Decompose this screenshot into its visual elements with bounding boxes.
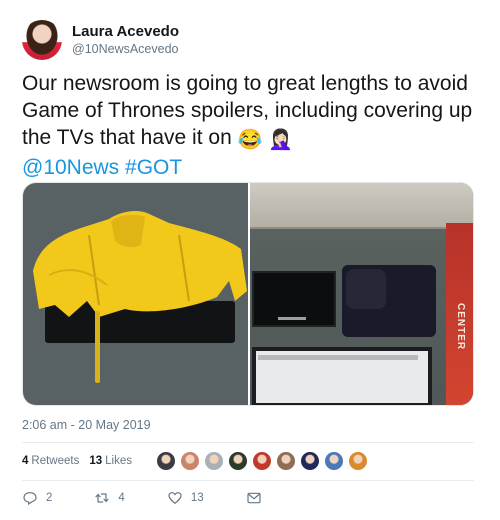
tweet-header: Laura Acevedo @10NewsAcevedo	[22, 20, 179, 60]
liker-avatar[interactable]	[276, 451, 296, 471]
likes-label: Likes	[105, 455, 132, 467]
photo-newsroom-tvs[interactable]: CENTER	[250, 183, 473, 405]
liker-avatar[interactable]	[348, 451, 368, 471]
retweets-label: Retweets	[31, 455, 80, 467]
liker-avatar[interactable]	[156, 451, 176, 471]
liker-avatar[interactable]	[324, 451, 344, 471]
reply-count: 2	[46, 492, 53, 504]
liker-avatar[interactable]	[252, 451, 272, 471]
cloth-fold	[346, 269, 386, 309]
direct-message-button[interactable]	[246, 490, 270, 506]
avatar[interactable]	[22, 20, 62, 60]
tweet-text: Our newsroom is going to great lengths t…	[22, 70, 482, 181]
mention-link[interactable]: @10News	[22, 156, 119, 179]
wall-sign-text: CENTER	[455, 303, 466, 351]
like-count: 13	[190, 492, 204, 504]
like-button[interactable]: 13	[167, 490, 204, 506]
liker-avatar[interactable]	[300, 451, 320, 471]
retweet-icon	[95, 493, 110, 503]
envelope-icon	[247, 492, 261, 504]
liker-avatar[interactable]	[228, 451, 248, 471]
retweets-stat[interactable]: 4 Retweets	[22, 455, 79, 467]
action-bar: 2 4 13	[22, 488, 312, 508]
author-names: Laura Acevedo @10NewsAcevedo	[72, 23, 179, 57]
display-name[interactable]: Laura Acevedo	[72, 23, 179, 41]
coat-strap	[95, 311, 100, 383]
tweet-timestamp[interactable]: 2:06 am - 20 May 2019	[22, 418, 151, 432]
tears-of-joy-emoji: 😂	[237, 129, 263, 151]
media-grid: CENTER	[22, 182, 474, 406]
tv-brand-mark	[278, 317, 306, 320]
monitor-toolbar	[258, 355, 418, 360]
reply-button[interactable]: 2	[22, 490, 52, 506]
photo-tv-raincoat[interactable]	[23, 183, 248, 405]
retweet-count: 4	[118, 492, 125, 504]
divider-top	[22, 442, 474, 443]
retweets-count: 4	[22, 455, 29, 467]
likes-count: 13	[89, 455, 103, 467]
hashtag-link[interactable]: #GOT	[125, 156, 182, 179]
facepalm-emoji: 🤦🏻‍♀️	[268, 129, 294, 151]
liker-avatar[interactable]	[180, 451, 200, 471]
liker-avatars	[156, 451, 372, 471]
yellow-raincoat	[33, 211, 247, 317]
heart-icon	[168, 492, 182, 505]
likes-stat[interactable]: 13 Likes	[89, 455, 132, 467]
retweet-button[interactable]: 4	[94, 490, 125, 506]
engagement-stats: 4 Retweets 13 Likes	[22, 446, 372, 476]
liker-avatar[interactable]	[204, 451, 224, 471]
tweet-card: Laura Acevedo @10NewsAcevedo Our newsroo…	[0, 0, 500, 520]
divider-bottom	[22, 480, 474, 481]
ceiling	[250, 183, 473, 229]
reply-icon	[23, 492, 37, 506]
user-handle[interactable]: @10NewsAcevedo	[72, 41, 179, 57]
